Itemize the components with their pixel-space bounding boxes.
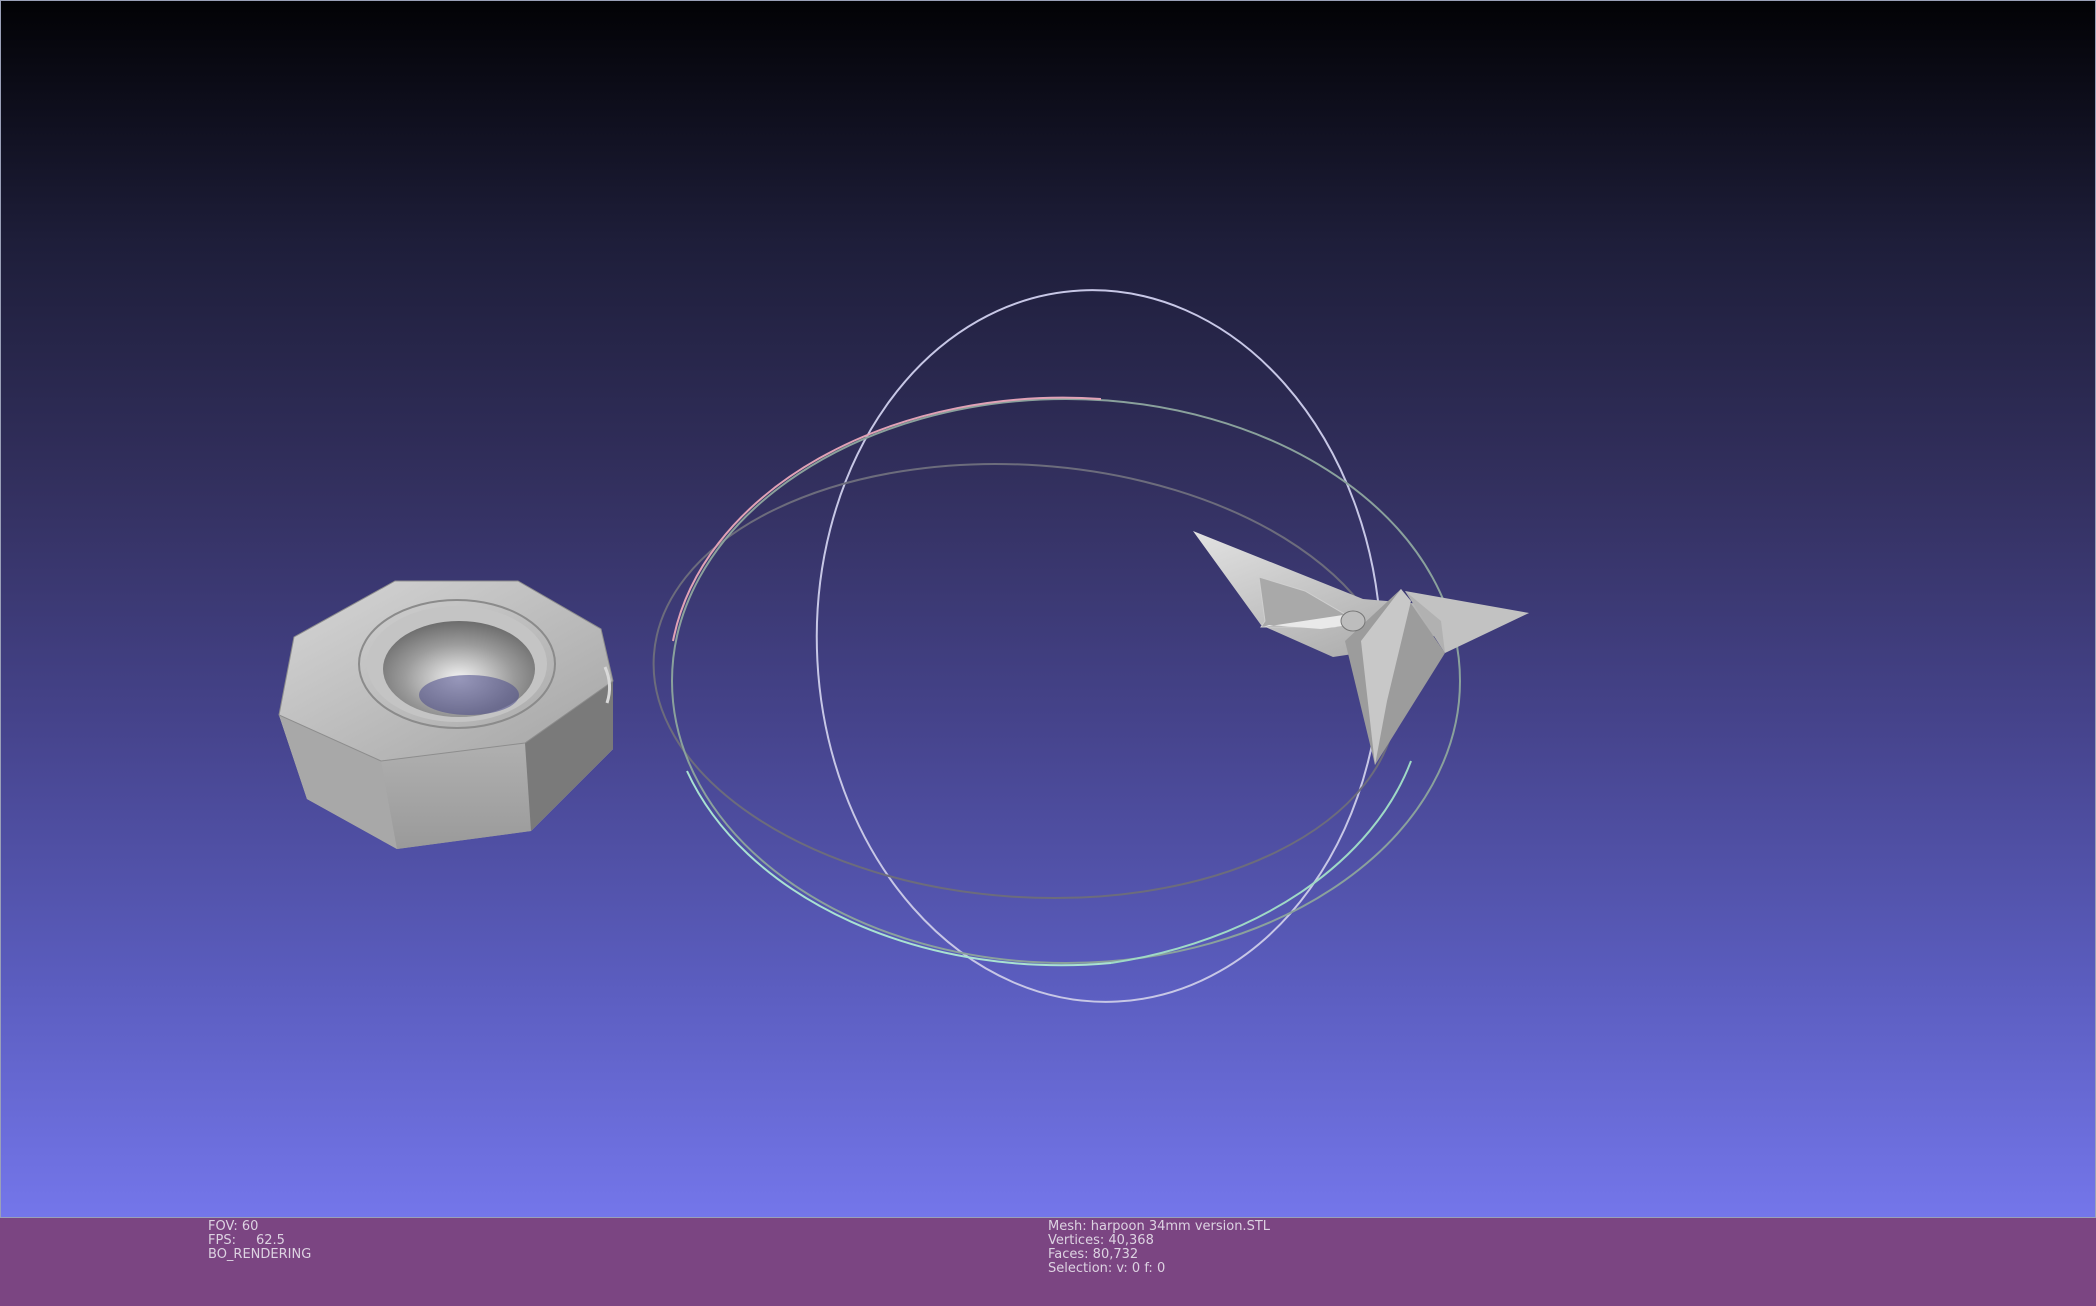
info-bar: FOV: 60 FPS: 62.5 BO_RENDERING Mesh: harp… bbox=[0, 1218, 2096, 1306]
harpoon-mesh[interactable] bbox=[1193, 531, 1529, 765]
fps-label: FPS: bbox=[208, 1233, 236, 1248]
selection-info: Selection: v: 0 f: 0 bbox=[1048, 1261, 1166, 1276]
3d-viewport[interactable] bbox=[0, 0, 2096, 1218]
mesh-info: Mesh: harpoon 34mm version.STL Vertices:… bbox=[1048, 1220, 1270, 1276]
fov-value: 60 bbox=[241, 1219, 259, 1234]
scene-canvas[interactable] bbox=[1, 1, 2096, 1218]
mesh-name: Mesh: harpoon 34mm version.STL bbox=[1048, 1219, 1271, 1234]
render-mode: BO_RENDERING bbox=[208, 1247, 312, 1262]
vertex-count: Vertices: 40,368 bbox=[1048, 1233, 1154, 1248]
fov-label: FOV: bbox=[208, 1219, 238, 1234]
hex-nut-mesh[interactable] bbox=[278, 580, 614, 849]
fov-line: FOV: 60 bbox=[208, 1220, 311, 1234]
face-count: Faces: 80,732 bbox=[1048, 1247, 1139, 1262]
fps-value: 62.5 bbox=[255, 1233, 285, 1248]
fps-line: FPS: 62.5 bbox=[208, 1234, 311, 1248]
render-info: FOV: 60 FPS: 62.5 BO_RENDERING bbox=[208, 1220, 311, 1262]
